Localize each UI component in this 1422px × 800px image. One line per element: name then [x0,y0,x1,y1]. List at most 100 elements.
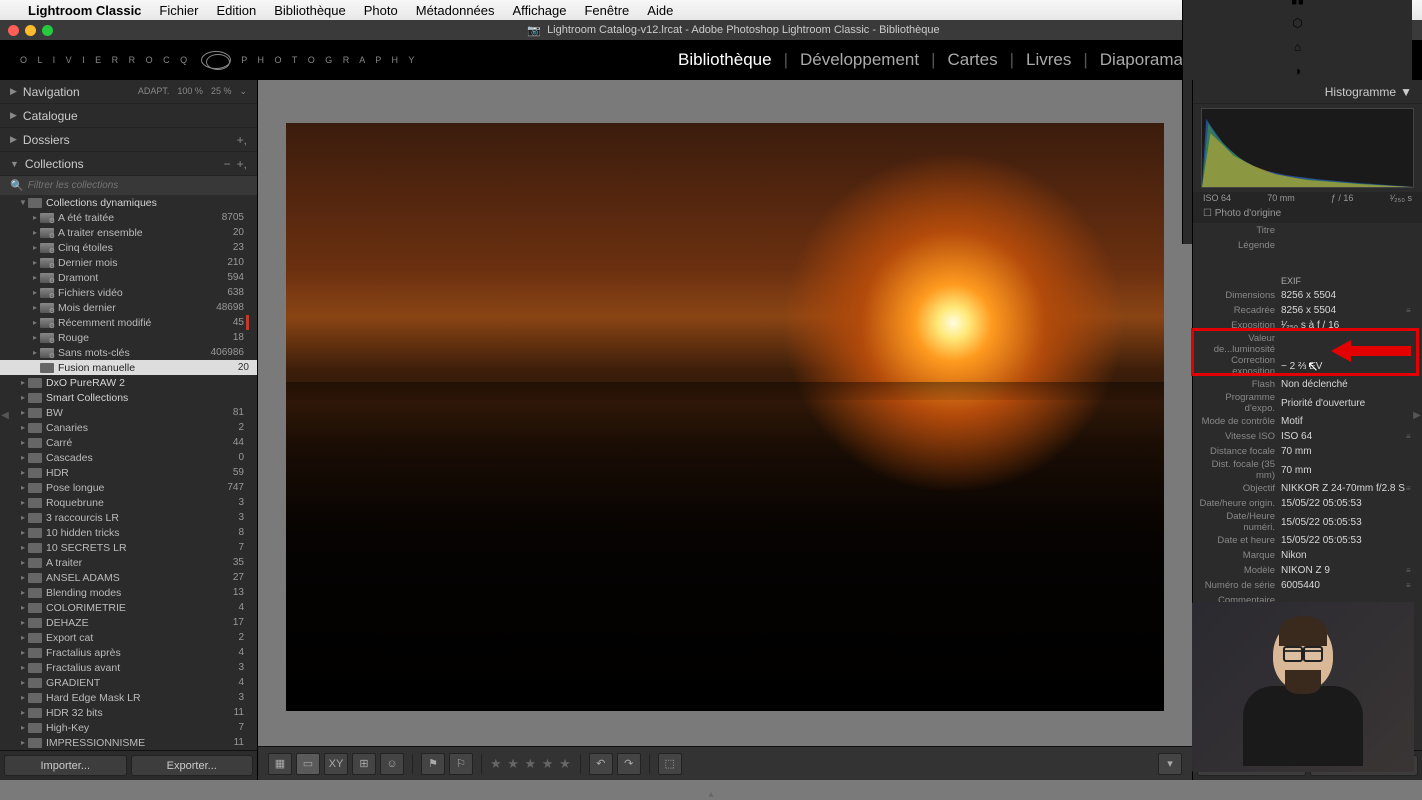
module-bibliotheque[interactable]: Bibliothèque [678,50,772,70]
tree-item[interactable]: ▸Export cat2 [0,630,257,645]
disclosure-icon[interactable]: ▶ [10,86,17,97]
tree-item[interactable]: ▸HDR59 [0,465,257,480]
tree-item[interactable]: ▸Fichiers vidéo638 [0,285,257,300]
collections-tree[interactable]: ▼Collections dynamiques ▸A été traitée87… [0,195,257,750]
tree-item[interactable]: ▸Blending modes13 [0,585,257,600]
preview-image[interactable] [286,123,1164,711]
menu-bibliotheque[interactable]: Bibliothèque [274,3,346,18]
menu-metadonnees[interactable]: Métadonnées [416,3,495,18]
panel-navigation[interactable]: ▶ Navigation ADAPT. 100 % 25 % ⌄ [0,80,257,104]
loupe-view-icon[interactable]: ▭ [296,753,320,775]
tree-item[interactable]: ▸A traiter35 [0,555,257,570]
export-button[interactable]: Exporter... [131,755,254,776]
disclosure-icon[interactable]: ▼ [10,159,19,169]
tree-item[interactable]: ▸Pose longue747 [0,480,257,495]
menu-aide[interactable]: Aide [647,3,673,18]
tree-item[interactable]: ▸A été traitée8705 [0,210,257,225]
tree-item[interactable]: ▸10 hidden tricks8 [0,525,257,540]
tree-item[interactable]: ▸BW81 [0,405,257,420]
menu-affichage[interactable]: Affichage [513,3,567,18]
tree-item[interactable]: ▸Canaries2 [0,420,257,435]
tree-item[interactable]: ▸Dramont594 [0,270,257,285]
flag-pick-icon[interactable]: ⚑ [421,753,445,775]
right-panel-toggle[interactable]: ▶ [1412,400,1422,430]
tree-item[interactable]: ▸Fractalius après4 [0,645,257,660]
original-photo-checkbox[interactable]: ☐ Photo d'origine [1193,204,1422,223]
flag-reject-icon[interactable]: ⚐ [449,753,473,775]
tree-item[interactable]: ▸DEHAZE17 [0,615,257,630]
panel-catalogue[interactable]: ▶ Catalogue [0,104,257,128]
tree-item[interactable]: ▸Mois dernier48698 [0,300,257,315]
tree-item[interactable]: ▸ANSEL ADAMS27 [0,570,257,585]
disclosure-icon[interactable]: ▶ [10,134,17,145]
menu-fenetre[interactable]: Fenêtre [584,3,629,18]
tree-group[interactable]: ▼Collections dynamiques [0,195,257,210]
tree-item[interactable]: ▸Hard Edge Mask LR3 [0,690,257,705]
tree-item[interactable]: ▸10 SECRETS LR7 [0,540,257,555]
tree-item[interactable]: ▸Cascades0 [0,450,257,465]
tree-item[interactable]: ▸A traiter ensemble20 [0,225,257,240]
tree-item[interactable]: ▸Sans mots-clés406986 [0,345,257,360]
module-livres[interactable]: Livres [1026,50,1071,70]
tree-item[interactable]: ▸HDR 32 bits11 [0,705,257,720]
import-button[interactable]: Importer... [4,755,127,776]
tree-item[interactable]: ▸IMPRESSIONNISME11 [0,735,257,750]
people-view-icon[interactable]: ☺ [380,753,404,775]
zoom-button[interactable] [42,25,53,36]
minimize-button[interactable] [25,25,36,36]
tree-item[interactable]: ▸Roquebrune3 [0,495,257,510]
compare-view-icon[interactable]: XY [324,753,348,775]
chevron-down-icon[interactable]: ⌄ [239,86,247,97]
tree-item[interactable]: ▸Cinq étoiles23 [0,240,257,255]
tree-item[interactable]: ▸3 raccourcis LR3 [0,510,257,525]
tree-item-selected[interactable]: Fusion manuelle20 [0,360,257,375]
tree-item[interactable]: ▸GRADIENT4 [0,675,257,690]
menu-fichier[interactable]: Fichier [159,3,198,18]
tree-item[interactable]: ▸Récemment modifié45 [0,315,257,330]
remove-icon[interactable]: − [224,157,231,171]
status-icon[interactable]: ▮▮ [1291,0,1304,6]
panel-histogram[interactable]: Histogramme ▼ [1193,80,1422,104]
toolbar-menu-icon[interactable]: ▾ [1158,753,1182,775]
status-icon[interactable]: ◑ [1294,64,1301,78]
disclosure-icon[interactable]: ▼ [1400,85,1412,99]
histogram[interactable] [1201,108,1414,188]
filmstrip-toggle-icon[interactable]: ▴ [708,789,713,800]
status-icon[interactable]: ⌂ [1294,40,1301,54]
tree-group[interactable]: ▸DxO PureRAW 2 [0,375,257,390]
rotate-right-icon[interactable]: ↷ [617,753,641,775]
close-button[interactable] [8,25,19,36]
tree-item[interactable]: ▸Carré44 [0,435,257,450]
status-icon[interactable]: ⬡ [1292,16,1302,30]
rotate-left-icon[interactable]: ↶ [589,753,613,775]
collections-filter-input[interactable] [28,180,247,191]
menu-edition[interactable]: Edition [216,3,256,18]
menu-photo[interactable]: Photo [364,3,398,18]
survey-view-icon[interactable]: ⊞ [352,753,376,775]
traffic-lights[interactable] [8,25,53,36]
grid-view-icon[interactable]: ▦ [268,753,292,775]
tree-item[interactable]: ▸COLORIMETRIE4 [0,600,257,615]
module-cartes[interactable]: Cartes [948,50,998,70]
add-icon[interactable]: +, [237,157,247,171]
collections-search[interactable]: 🔍 [0,176,257,195]
disclosure-icon[interactable]: ▶ [10,110,17,121]
sync-settings-icon[interactable]: ⬚ [658,753,682,775]
add-folder-icon[interactable]: +, [237,133,247,147]
panel-collections[interactable]: ▼ Collections −+, [0,152,257,176]
identity-plate[interactable]: O L I V I E R R O C Q P H O T O G R A P … [20,51,418,69]
app-menu[interactable]: Lightroom Classic [28,3,141,18]
module-diaporama[interactable]: Diaporama [1100,50,1183,70]
panel-dossiers[interactable]: ▶ Dossiers +, [0,128,257,152]
module-developpement[interactable]: Développement [800,50,919,70]
image-viewer[interactable] [258,80,1192,746]
rating-stars[interactable]: ★ ★ ★ ★ ★ [490,756,572,772]
tree-item[interactable]: ▸Dernier mois210 [0,255,257,270]
tree-item[interactable]: ▸Fractalius avant3 [0,660,257,675]
left-panel-toggle[interactable]: ◀ [0,400,10,430]
collection-icon [28,573,42,583]
tree-item[interactable]: ▸High-Key7 [0,720,257,735]
tree-group[interactable]: ▸Smart Collections [0,390,257,405]
mac-menubar[interactable]: Lightroom Classic Fichier Edition Biblio… [0,0,1422,20]
tree-item[interactable]: ▸Rouge18 [0,330,257,345]
